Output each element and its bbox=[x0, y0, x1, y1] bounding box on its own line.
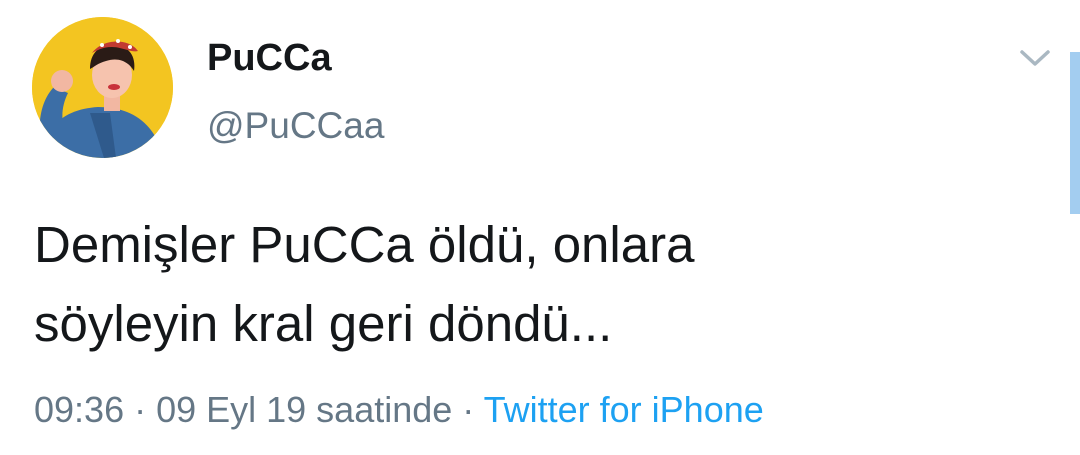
avatar-image bbox=[32, 17, 173, 158]
tweet-text-line-1: Demişler PuCCa öldü, onlara bbox=[34, 216, 695, 273]
scrollbar[interactable] bbox=[1070, 52, 1080, 214]
tweet-meta: 09:36 · 09 Eyl 19 saatinde · Twitter for… bbox=[34, 386, 764, 434]
display-name[interactable]: PuCCa bbox=[207, 36, 332, 80]
meta-separator: · bbox=[452, 389, 484, 430]
chevron-down-icon[interactable] bbox=[1016, 42, 1054, 72]
user-handle[interactable]: @PuCCaa bbox=[207, 104, 384, 148]
tweet-text-line-2: söyleyin kral geri döndü... bbox=[34, 295, 613, 352]
avatar[interactable] bbox=[32, 17, 173, 158]
source-link[interactable]: Twitter for iPhone bbox=[484, 389, 764, 430]
timestamp[interactable]: 09:36 · 09 Eyl 19 saatinde bbox=[34, 389, 452, 430]
tweet-text: Demişler PuCCa öldü, onlara söyleyin kra… bbox=[34, 205, 1034, 363]
